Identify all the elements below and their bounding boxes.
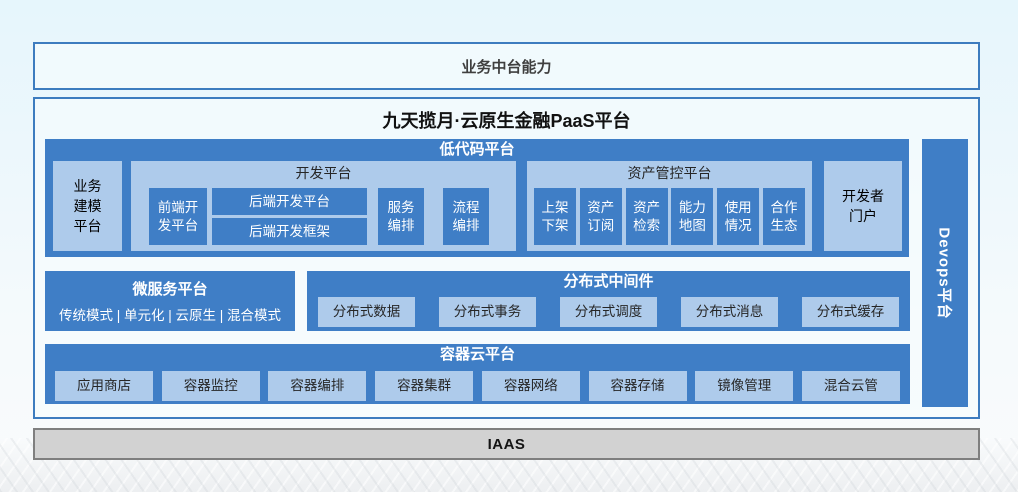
container-item-network: 容器网络 [482,371,580,401]
paas-platform-container: 九天揽月·云原生金融PaaS平台 低代码平台 业务 建模 平台 开发平台 前端开… [33,97,980,419]
paas-platform-title: 九天揽月·云原生金融PaaS平台 [35,107,978,133]
container-item-storage: 容器存储 [589,371,687,401]
iaas-bar: IAAS [33,428,980,460]
low-code-platform-section: 低代码平台 业务 建模 平台 开发平台 前端开 发平台 后端开发平台 后端开发框… [45,139,909,257]
asset-item-capability-map: 能力 地图 [671,188,713,245]
asset-item-onoff-shelf: 上架 下架 [534,188,576,245]
asset-item-subscription: 资产 订阅 [580,188,622,245]
middleware-item-data: 分布式数据 [318,297,415,327]
container-cloud-items: 应用商店 容器监控 容器编排 容器集群 容器网络 容器存储 镜像管理 混合云管 [55,371,900,401]
microservice-platform-section: 微服务平台 传统模式 | 单元化 | 云原生 | 混合模式 [45,271,295,331]
business-middle-platform-label: 业务中台能力 [461,56,551,77]
dev-platform-panel: 开发平台 前端开 发平台 后端开发平台 后端开发框架 服务 编排 流程 编排 [131,161,516,251]
distributed-middleware-items: 分布式数据 分布式事务 分布式调度 分布式消息 分布式缓存 [318,297,899,327]
microservice-modes: 传统模式 | 单元化 | 云原生 | 混合模式 [59,304,281,324]
business-middle-platform-banner: 业务中台能力 [33,42,980,90]
container-item-orchestration: 容器编排 [268,371,366,401]
distributed-middleware-title: 分布式中间件 [307,271,910,293]
container-item-hybrid-cloud: 混合云管 [802,371,900,401]
backend-dev-platform-box: 后端开发平台 [212,188,367,215]
asset-control-title: 资产管控平台 [527,161,812,185]
asset-item-usage: 使用 情况 [717,188,759,245]
low-code-platform-title: 低代码平台 [45,139,909,161]
frontend-dev-platform-box: 前端开 发平台 [149,188,207,245]
middleware-item-transaction: 分布式事务 [439,297,536,327]
process-orchestration-box: 流程 编排 [443,188,489,245]
container-item-monitoring: 容器监控 [162,371,260,401]
service-orchestration-box: 服务 编排 [378,188,424,245]
container-item-image-mgmt: 镜像管理 [695,371,793,401]
devops-platform-bar: Devops平台 [922,139,968,407]
asset-item-ecosystem: 合作 生态 [763,188,805,245]
dev-platform-title: 开发平台 [131,161,516,185]
container-cloud-platform-title: 容器云平台 [45,344,910,366]
asset-control-panel: 资产管控平台 上架 下架 资产 订阅 资产 检索 能力 地图 使用 情况 合作 … [527,161,812,251]
container-item-cluster: 容器集群 [375,371,473,401]
middleware-item-scheduling: 分布式调度 [560,297,657,327]
middleware-item-message: 分布式消息 [681,297,778,327]
iaas-label: IAAS [488,436,526,453]
middleware-item-cache: 分布式缓存 [802,297,899,327]
devops-platform-label: Devops平台 [935,227,956,319]
developer-portal-box: 开发者 门户 [824,161,902,251]
backend-dev-stack: 后端开发平台 后端开发框架 [212,188,367,245]
asset-item-search: 资产 检索 [626,188,668,245]
backend-dev-framework-box: 后端开发框架 [212,218,367,245]
microservice-platform-title: 微服务平台 [132,279,207,301]
asset-control-items: 上架 下架 资产 订阅 资产 检索 能力 地图 使用 情况 合作 生态 [534,188,805,245]
business-modeling-platform-box: 业务 建模 平台 [53,161,122,251]
container-item-app-store: 应用商店 [55,371,153,401]
distributed-middleware-section: 分布式中间件 分布式数据 分布式事务 分布式调度 分布式消息 分布式缓存 [307,271,910,331]
container-cloud-platform-section: 容器云平台 应用商店 容器监控 容器编排 容器集群 容器网络 容器存储 镜像管理… [45,344,910,404]
